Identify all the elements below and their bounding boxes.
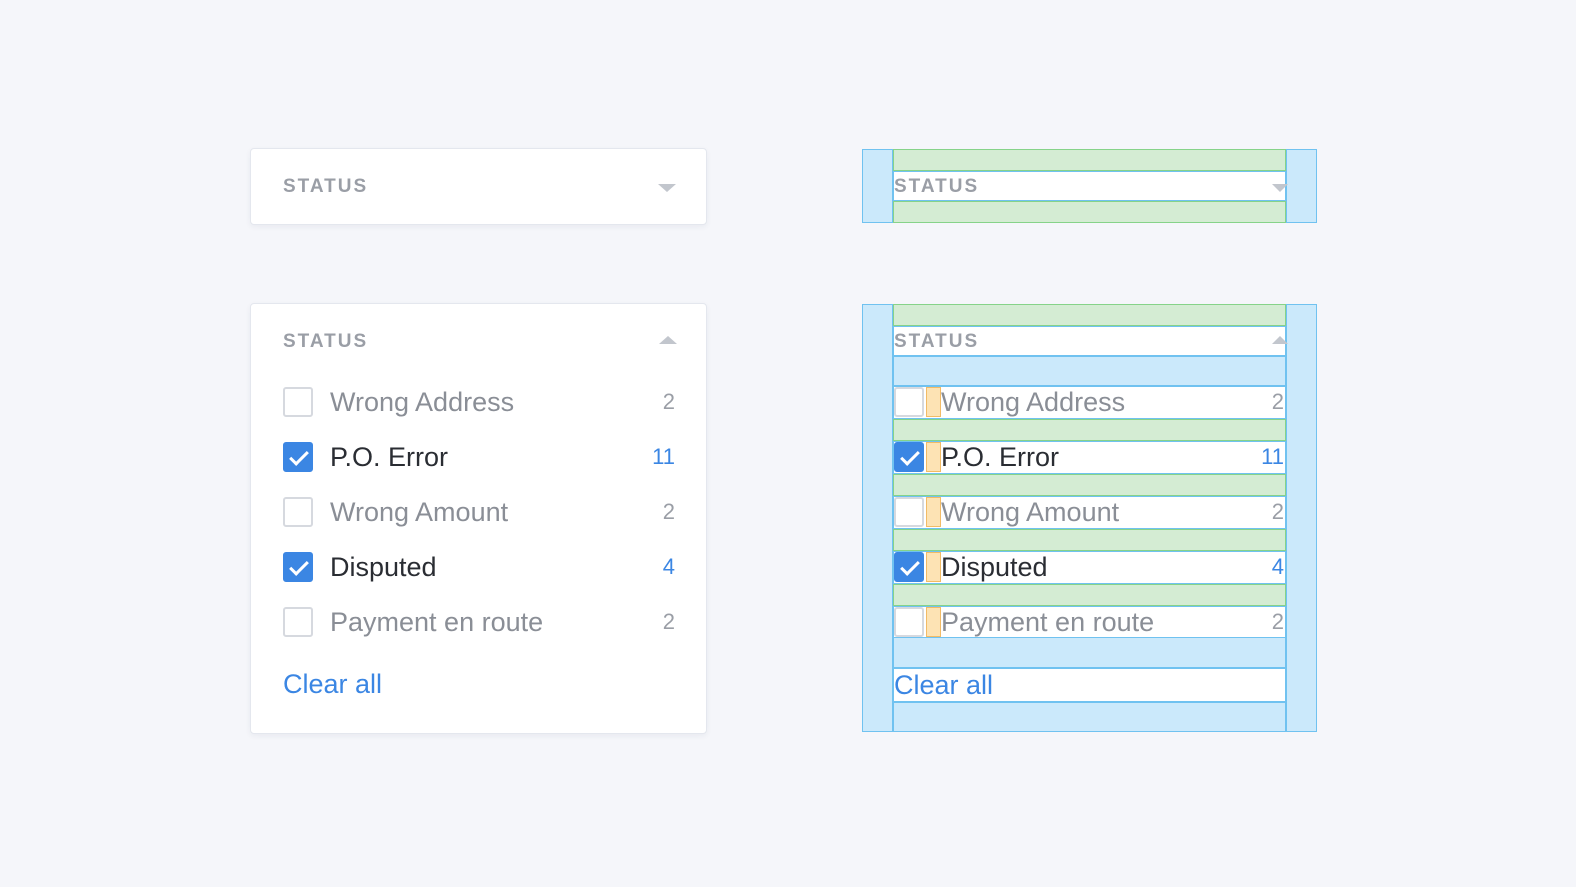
item-label: Wrong Address — [941, 387, 1126, 417]
item-count: 4 — [662, 554, 675, 579]
item-count: 2 — [1271, 389, 1284, 414]
item-count: 2 — [662, 389, 675, 414]
checkmark-icon — [289, 556, 309, 576]
checkbox[interactable] — [283, 607, 313, 637]
header-content-box: STATUS — [893, 171, 1288, 201]
item-label: P.O. Error — [330, 442, 449, 472]
checkmark-icon — [289, 446, 309, 466]
row-content-box: Disputed 4 — [893, 551, 1286, 584]
list-item[interactable]: Wrong Address 2 — [283, 386, 675, 418]
row-gap-band — [893, 584, 1286, 606]
list-item[interactable]: P.O. Error 11 — [283, 441, 675, 473]
item-count: 2 — [1271, 609, 1284, 634]
chevron-up-icon[interactable] — [659, 336, 677, 344]
filter-title: STATUS — [894, 176, 980, 197]
list-item[interactable]: Disputed 4 — [283, 551, 675, 583]
item-label: Payment en route — [941, 607, 1155, 637]
chevron-down-icon[interactable] — [658, 184, 676, 192]
item-count: 2 — [1271, 499, 1284, 524]
checkbox[interactable] — [283, 442, 313, 472]
padding-right-band — [1286, 304, 1317, 732]
row-gap-band — [893, 474, 1286, 496]
row-content-box: Payment en route 2 — [893, 606, 1286, 639]
checkbox-label-gap — [926, 607, 941, 637]
checkbox — [894, 497, 924, 527]
item-label: Disputed — [330, 552, 437, 582]
filter-title: STATUS — [894, 331, 980, 352]
checkbox-label-gap — [926, 497, 941, 527]
header-gap-band — [893, 356, 1286, 386]
checkbox-label-gap — [926, 552, 941, 582]
checkbox-label-gap — [926, 442, 941, 472]
checkbox[interactable] — [283, 552, 313, 582]
row-gap-band — [893, 529, 1286, 551]
collapsed-status-filter[interactable]: STATUS — [250, 148, 707, 225]
item-label: Payment en route — [330, 607, 544, 637]
chevron-down-icon — [1272, 184, 1288, 192]
checkbox-label-gap — [926, 387, 941, 417]
checkbox — [894, 387, 924, 417]
item-label: Disputed — [941, 552, 1048, 582]
clear-all-content-box: Clear all — [893, 668, 1286, 702]
list-gap-band — [893, 637, 1286, 668]
row-gap-band — [893, 419, 1286, 441]
padding-left-band — [862, 149, 893, 223]
padding-top-band — [893, 304, 1286, 326]
item-count: 4 — [1271, 554, 1284, 579]
item-count: 2 — [662, 609, 675, 634]
row-content-box: Wrong Amount 2 — [893, 496, 1286, 529]
item-count: 2 — [662, 499, 675, 524]
checkmark-icon — [900, 556, 920, 576]
filter-title[interactable]: STATUS — [283, 331, 368, 353]
padding-top-band — [893, 149, 1286, 171]
checkbox — [894, 552, 924, 582]
checkbox[interactable] — [283, 497, 313, 527]
checkbox — [894, 607, 924, 637]
row-content-box: P.O. Error 11 — [893, 441, 1286, 474]
item-count: 11 — [1261, 444, 1284, 469]
row-content-box: Wrong Address 2 — [893, 386, 1286, 419]
filter-title: STATUS — [283, 176, 369, 197]
padding-left-band — [862, 304, 893, 732]
list-item[interactable]: Payment en route 2 — [283, 606, 675, 638]
item-label: Wrong Amount — [941, 497, 1120, 527]
checkbox[interactable] — [283, 387, 313, 417]
checkbox — [894, 442, 924, 472]
padding-right-band — [1286, 149, 1317, 223]
clear-all-link: Clear all — [894, 670, 994, 700]
padding-bottom-band — [893, 702, 1286, 732]
item-label: P.O. Error — [941, 442, 1060, 472]
padding-bottom-band — [893, 201, 1286, 223]
list-item[interactable]: Wrong Amount 2 — [283, 496, 675, 528]
checkmark-icon — [900, 446, 920, 466]
item-count: 11 — [652, 444, 675, 469]
header-content-box: STATUS — [893, 326, 1288, 356]
clear-all-link[interactable]: Clear all — [283, 668, 382, 700]
item-label: Wrong Amount — [330, 497, 509, 527]
item-label: Wrong Address — [330, 387, 515, 417]
chevron-up-icon — [1272, 336, 1288, 344]
